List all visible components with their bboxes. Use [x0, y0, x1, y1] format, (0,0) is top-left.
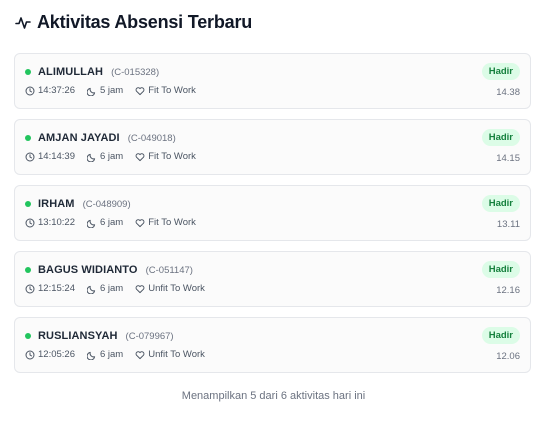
status-badge: Hadir: [481, 195, 520, 212]
status-dot: [25, 201, 31, 207]
entry-time: 14.38: [496, 87, 520, 98]
clock-value: 12:15:24: [38, 283, 75, 294]
meta-row: 14:14:39 6 jam Fit To Work: [25, 151, 196, 162]
entry-time: 12.16: [496, 285, 520, 296]
page-title: Aktivitas Absensi Terbaru: [37, 12, 253, 32]
status-badge: Hadir: [481, 129, 520, 146]
employee-name: BAGUS WIDIANTO: [38, 264, 138, 276]
employee-code: (C-015328): [111, 66, 160, 78]
moon-icon: [86, 285, 96, 294]
meta-row: 13:10:22 6 jam Fit To Work: [25, 217, 196, 228]
fitness-status: Unfit To Work: [148, 283, 205, 294]
entry-time: 14.15: [496, 153, 520, 164]
clock-icon: [25, 218, 35, 227]
heart-icon: [135, 284, 145, 293]
clock-meta: 12:15:24: [25, 283, 75, 294]
status-badge: Hadir: [481, 63, 520, 80]
clock-value: 12:05:26: [38, 349, 75, 360]
heart-icon: [135, 218, 145, 227]
status-meta: Fit To Work: [135, 217, 196, 228]
status-meta: Unfit To Work: [135, 283, 205, 294]
heart-icon: [135, 152, 145, 161]
employee-code: (C-048909): [82, 198, 131, 210]
list-item[interactable]: BAGUS WIDIANTO (C-051147) 12:15:24 6 jam…: [14, 251, 531, 307]
moon-icon: [86, 219, 96, 228]
status-meta: Fit To Work: [135, 151, 196, 162]
employee-code: (C-049018): [127, 132, 176, 144]
status-badge: Hadir: [481, 327, 520, 344]
clock-meta: 14:14:39: [25, 151, 75, 162]
duration-value: 6 jam: [99, 151, 124, 162]
duration-value: 6 jam: [99, 283, 124, 294]
clock-icon: [25, 152, 35, 161]
entry-time: 12.06: [496, 351, 520, 362]
clock-meta: 14:37:26: [25, 85, 75, 96]
employee-row: RUSLIANSYAH (C-079967): [25, 330, 174, 342]
moon-icon: [86, 87, 96, 96]
entry-time: 13.11: [496, 219, 520, 230]
activity-icon: [15, 15, 31, 31]
heart-icon: [135, 86, 145, 95]
moon-icon: [86, 153, 96, 162]
duration-meta: 5 jam: [86, 85, 124, 96]
panel-header: Aktivitas Absensi Terbaru: [15, 12, 252, 33]
duration-meta: 6 jam: [86, 217, 124, 228]
duration-meta: 6 jam: [86, 283, 124, 294]
clock-value: 13:10:22: [38, 217, 75, 228]
clock-value: 14:14:39: [38, 151, 75, 162]
clock-icon: [25, 86, 35, 95]
employee-name: RUSLIANSYAH: [38, 330, 118, 342]
status-dot: [25, 69, 31, 75]
duration-value: 5 jam: [99, 85, 124, 96]
clock-value: 14:37:26: [38, 85, 75, 96]
duration-value: 6 jam: [99, 217, 124, 228]
meta-row: 12:15:24 6 jam Unfit To Work: [25, 283, 205, 294]
fitness-status: Fit To Work: [148, 217, 196, 228]
list-item[interactable]: ALIMULLAH (C-015328) 14:37:26 5 jam Fit …: [14, 53, 531, 109]
list-item[interactable]: AMJAN JAYADI (C-049018) 14:14:39 6 jam F…: [14, 119, 531, 175]
status-meta: Fit To Work: [135, 85, 196, 96]
status-dot: [25, 135, 31, 141]
activity-list: ALIMULLAH (C-015328) 14:37:26 5 jam Fit …: [14, 53, 531, 383]
employee-row: BAGUS WIDIANTO (C-051147): [25, 264, 193, 276]
employee-code: (C-051147): [145, 264, 193, 276]
employee-name: IRHAM: [38, 198, 75, 210]
list-item[interactable]: IRHAM (C-048909) 13:10:22 6 jam Fit To W…: [14, 185, 531, 241]
recent-attendance-panel: Aktivitas Absensi Terbaru ALIMULLAH (C-0…: [0, 0, 547, 422]
fitness-status: Unfit To Work: [148, 349, 205, 360]
fitness-status: Fit To Work: [148, 151, 196, 162]
employee-row: ALIMULLAH (C-015328): [25, 66, 159, 78]
list-item[interactable]: RUSLIANSYAH (C-079967) 12:05:26 6 jam Un…: [14, 317, 531, 373]
status-dot: [25, 267, 31, 273]
clock-icon: [25, 284, 35, 293]
employee-name: AMJAN JAYADI: [38, 132, 120, 144]
duration-value: 6 jam: [99, 349, 124, 360]
heart-icon: [135, 350, 145, 359]
duration-meta: 6 jam: [86, 349, 124, 360]
duration-meta: 6 jam: [86, 151, 124, 162]
meta-row: 14:37:26 5 jam Fit To Work: [25, 85, 196, 96]
list-summary: Menampilkan 5 dari 6 aktivitas hari ini: [181, 390, 366, 402]
clock-meta: 12:05:26: [25, 349, 75, 360]
employee-row: AMJAN JAYADI (C-049018): [25, 132, 176, 144]
fitness-status: Fit To Work: [148, 85, 196, 96]
status-badge: Hadir: [481, 261, 520, 278]
employee-row: IRHAM (C-048909): [25, 198, 131, 210]
employee-name: ALIMULLAH: [38, 66, 104, 78]
moon-icon: [86, 351, 96, 360]
employee-code: (C-079967): [125, 330, 174, 342]
meta-row: 12:05:26 6 jam Unfit To Work: [25, 349, 205, 360]
clock-meta: 13:10:22: [25, 217, 75, 228]
status-dot: [25, 333, 31, 339]
status-meta: Unfit To Work: [135, 349, 205, 360]
clock-icon: [25, 350, 35, 359]
